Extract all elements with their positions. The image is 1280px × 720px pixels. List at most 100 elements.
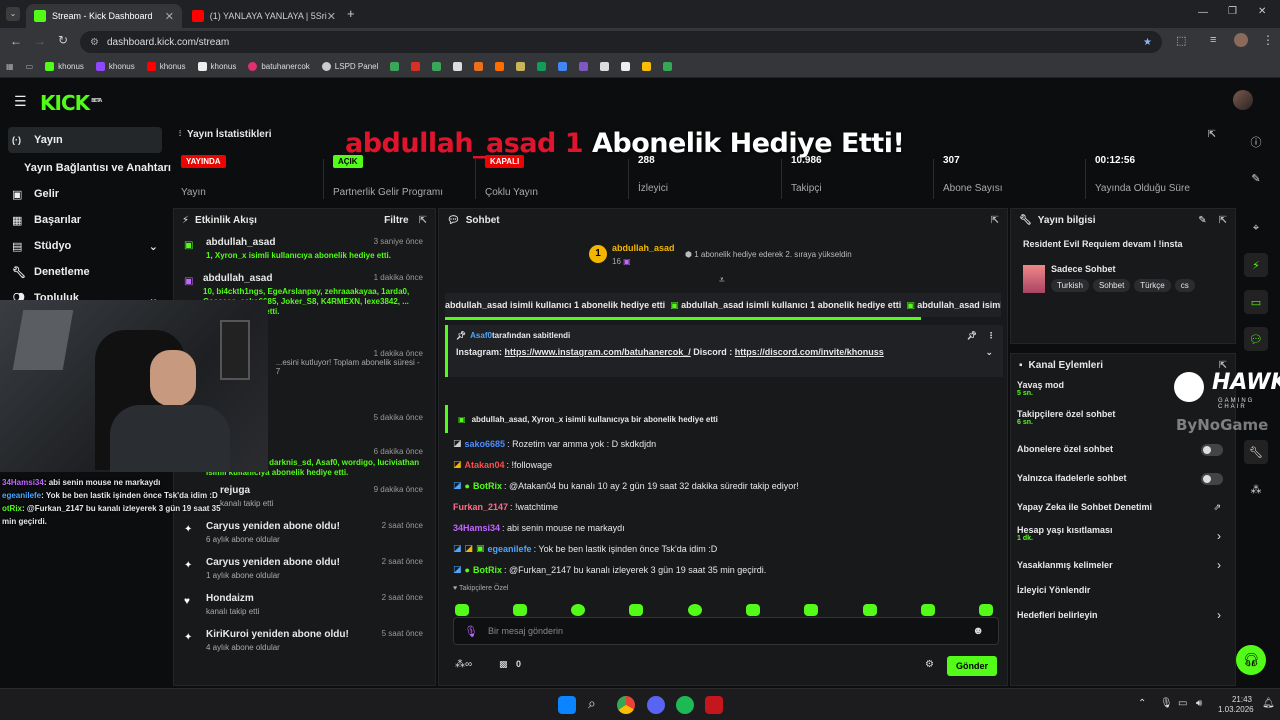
emote-icon[interactable] — [513, 604, 527, 616]
bookmark-item[interactable]: khonus — [197, 62, 236, 71]
tab-groups-icon[interactable]: ≡ — [1210, 34, 1216, 46]
bookmark-item[interactable]: LSPD Panel — [321, 62, 378, 71]
filter-button[interactable]: Filtre — [384, 215, 408, 226]
more-options-icon[interactable]: ⋮ — [987, 331, 995, 340]
tab-search-icon[interactable]: ⌄ — [6, 7, 20, 21]
popout-icon[interactable]: ⇱ — [1208, 129, 1216, 140]
emote-icon[interactable] — [804, 604, 818, 616]
reload-icon[interactable]: ↻ — [58, 33, 68, 47]
bookmark-favicon-icon[interactable] — [432, 62, 445, 71]
emote-icon[interactable]: ☻ — [972, 625, 984, 637]
sidebar-item-achievements[interactable]: ▦ Başarılar — [0, 207, 172, 233]
action-subscribers-only[interactable]: Abonelere özel sohbet — [1011, 438, 1235, 467]
store-count[interactable]: ▩ 0 — [499, 659, 521, 670]
bookmark-favicon-icon[interactable] — [663, 62, 676, 71]
action-set-goals[interactable]: Hedefleri belirleyin › — [1011, 608, 1235, 637]
maximize-icon[interactable]: ❐ — [1228, 6, 1237, 17]
new-tab-icon[interactable]: + — [347, 6, 355, 21]
action-banned-words[interactable]: Yasaklanmış kelimeler › — [1011, 554, 1235, 583]
bookmark-item[interactable]: khonus — [146, 62, 186, 71]
address-bar[interactable]: ⚙ dashboard.kick.com/stream ★ — [80, 31, 1162, 53]
send-button[interactable]: Gönder — [947, 656, 997, 676]
user-avatar[interactable] — [1233, 90, 1253, 110]
collapse-icon[interactable]: ⩡ — [719, 275, 725, 286]
pin-icon[interactable]: 📌︎ — [967, 331, 977, 340]
tag[interactable]: Türkçe — [1134, 279, 1171, 292]
subscribers-only-toggle[interactable] — [1201, 444, 1223, 456]
emote-icon[interactable] — [629, 604, 643, 616]
chrome-icon[interactable] — [617, 696, 635, 714]
emote-icon[interactable] — [746, 604, 760, 616]
back-icon[interactable]: ← — [10, 34, 22, 48]
search-icon[interactable]: ⌕ — [588, 695, 596, 712]
bookmark-favicon-icon[interactable] — [642, 62, 655, 71]
discord-link[interactable]: https://discord.com/invite/khonuss — [735, 347, 884, 357]
emote-only-toggle[interactable] — [1201, 473, 1223, 485]
emote-icon[interactable] — [688, 604, 702, 616]
folder-icon[interactable]: ▭ — [26, 62, 34, 71]
action-raid[interactable]: İzleyici Yönlendir — [1011, 583, 1235, 608]
chat-input[interactable]: 🎙︎ Bir mesaj gönderin ☻ — [453, 617, 999, 645]
action-emote-only[interactable]: Yalnızca ifadelerle sohbet — [1011, 467, 1235, 496]
kick-logo[interactable]: KICK BETA — [40, 91, 102, 115]
sidebar-item-studio[interactable]: ▤ Stüdyo ⌄ — [0, 233, 172, 259]
emote-icon[interactable] — [863, 604, 877, 616]
scan-icon[interactable]: ⌖ — [1244, 216, 1268, 240]
edit-icon[interactable]: ✎ — [1198, 215, 1206, 226]
tab-youtube[interactable]: (1) YANLAYA YANLAYA | 5Srider ✕ — [184, 4, 344, 28]
sidebar-item-stream-key[interactable]: Yayın Bağlantısı ve Anahtarı — [0, 155, 172, 181]
community-icon[interactable]: ⁂ — [1244, 477, 1268, 501]
support-headset-icon[interactable]: 🎧︎ — [1236, 645, 1266, 675]
tag[interactable]: cs — [1174, 279, 1195, 292]
popout-icon[interactable]: ⇱ — [1219, 360, 1227, 371]
minimize-icon[interactable]: — — [1198, 7, 1208, 18]
network-icon[interactable]: ▭ — [1178, 698, 1187, 709]
bookmark-favicon-icon[interactable] — [390, 62, 403, 71]
close-tab-icon[interactable]: ✕ — [165, 10, 174, 23]
emote-icon[interactable] — [979, 604, 993, 616]
emote-icon[interactable] — [571, 604, 585, 616]
bookmark-favicon-icon[interactable] — [537, 62, 550, 71]
info-icon[interactable]: ⓘ — [1244, 130, 1268, 154]
windows-start-icon[interactable] — [558, 696, 576, 714]
tag[interactable]: Turkish — [1051, 279, 1089, 292]
bookmark-favicon-icon[interactable] — [621, 62, 634, 71]
chevron-down-icon[interactable]: ⌄ — [985, 347, 993, 358]
emote-icon[interactable] — [921, 604, 935, 616]
close-window-icon[interactable]: ✕ — [1258, 6, 1266, 17]
popout-icon[interactable]: ⇱ — [419, 215, 427, 226]
extensions-icon[interactable]: ⬚ — [1176, 34, 1186, 47]
app-icon[interactable] — [705, 696, 723, 714]
discord-icon[interactable] — [647, 696, 665, 714]
chat-settings-icon[interactable]: ⁂∞ — [455, 659, 472, 670]
bookmark-favicon-icon[interactable] — [558, 62, 571, 71]
chat-icon[interactable]: ▭ — [1244, 290, 1268, 314]
bookmark-favicon-icon[interactable] — [600, 62, 613, 71]
microphone-icon[interactable]: 🎙︎ — [464, 625, 478, 638]
bookmark-favicon-icon[interactable] — [579, 62, 592, 71]
instagram-link[interactable]: https://www.instagram.com/batuhanercok_/ — [505, 347, 691, 357]
site-info-icon[interactable]: ⚙ — [90, 37, 99, 48]
action-ai-moderation[interactable]: Yapay Zeka ile Sohbet Denetimi ⇗ — [1011, 496, 1235, 525]
tag[interactable]: Sohbet — [1092, 279, 1131, 292]
hamburger-menu-icon[interactable]: ☰ — [14, 93, 27, 110]
microphone-icon[interactable]: 🎙︎ — [1160, 698, 1173, 709]
top-gifter-name[interactable]: abdullah_asad — [612, 243, 675, 253]
bookmark-favicon-icon[interactable] — [516, 62, 529, 71]
bookmark-favicon-icon[interactable] — [474, 62, 487, 71]
menu-icon[interactable]: ⋮ — [1262, 33, 1274, 47]
popout-icon[interactable]: ⇱ — [1219, 215, 1227, 226]
wrench-icon[interactable]: 🔧︎ — [1244, 440, 1268, 464]
emote-icon[interactable] — [455, 604, 469, 616]
tab-kick-dashboard[interactable]: Stream - Kick Dashboard ✕ — [26, 4, 182, 28]
tray-chevron-icon[interactable]: ⌃ — [1138, 698, 1146, 709]
bookmark-favicon-icon[interactable] — [495, 62, 508, 71]
message-icon[interactable]: 💬︎ — [1244, 327, 1268, 351]
bookmark-star-icon[interactable]: ★ — [1143, 37, 1152, 48]
popout-icon[interactable]: ⇱ — [991, 215, 999, 226]
gear-icon[interactable]: ⚙ — [925, 659, 934, 670]
profile-avatar[interactable] — [1234, 33, 1248, 47]
volume-icon[interactable]: 🔊︎ — [1196, 698, 1202, 709]
forward-icon[interactable]: → — [34, 34, 46, 48]
bookmark-item[interactable]: khonus — [95, 62, 135, 71]
